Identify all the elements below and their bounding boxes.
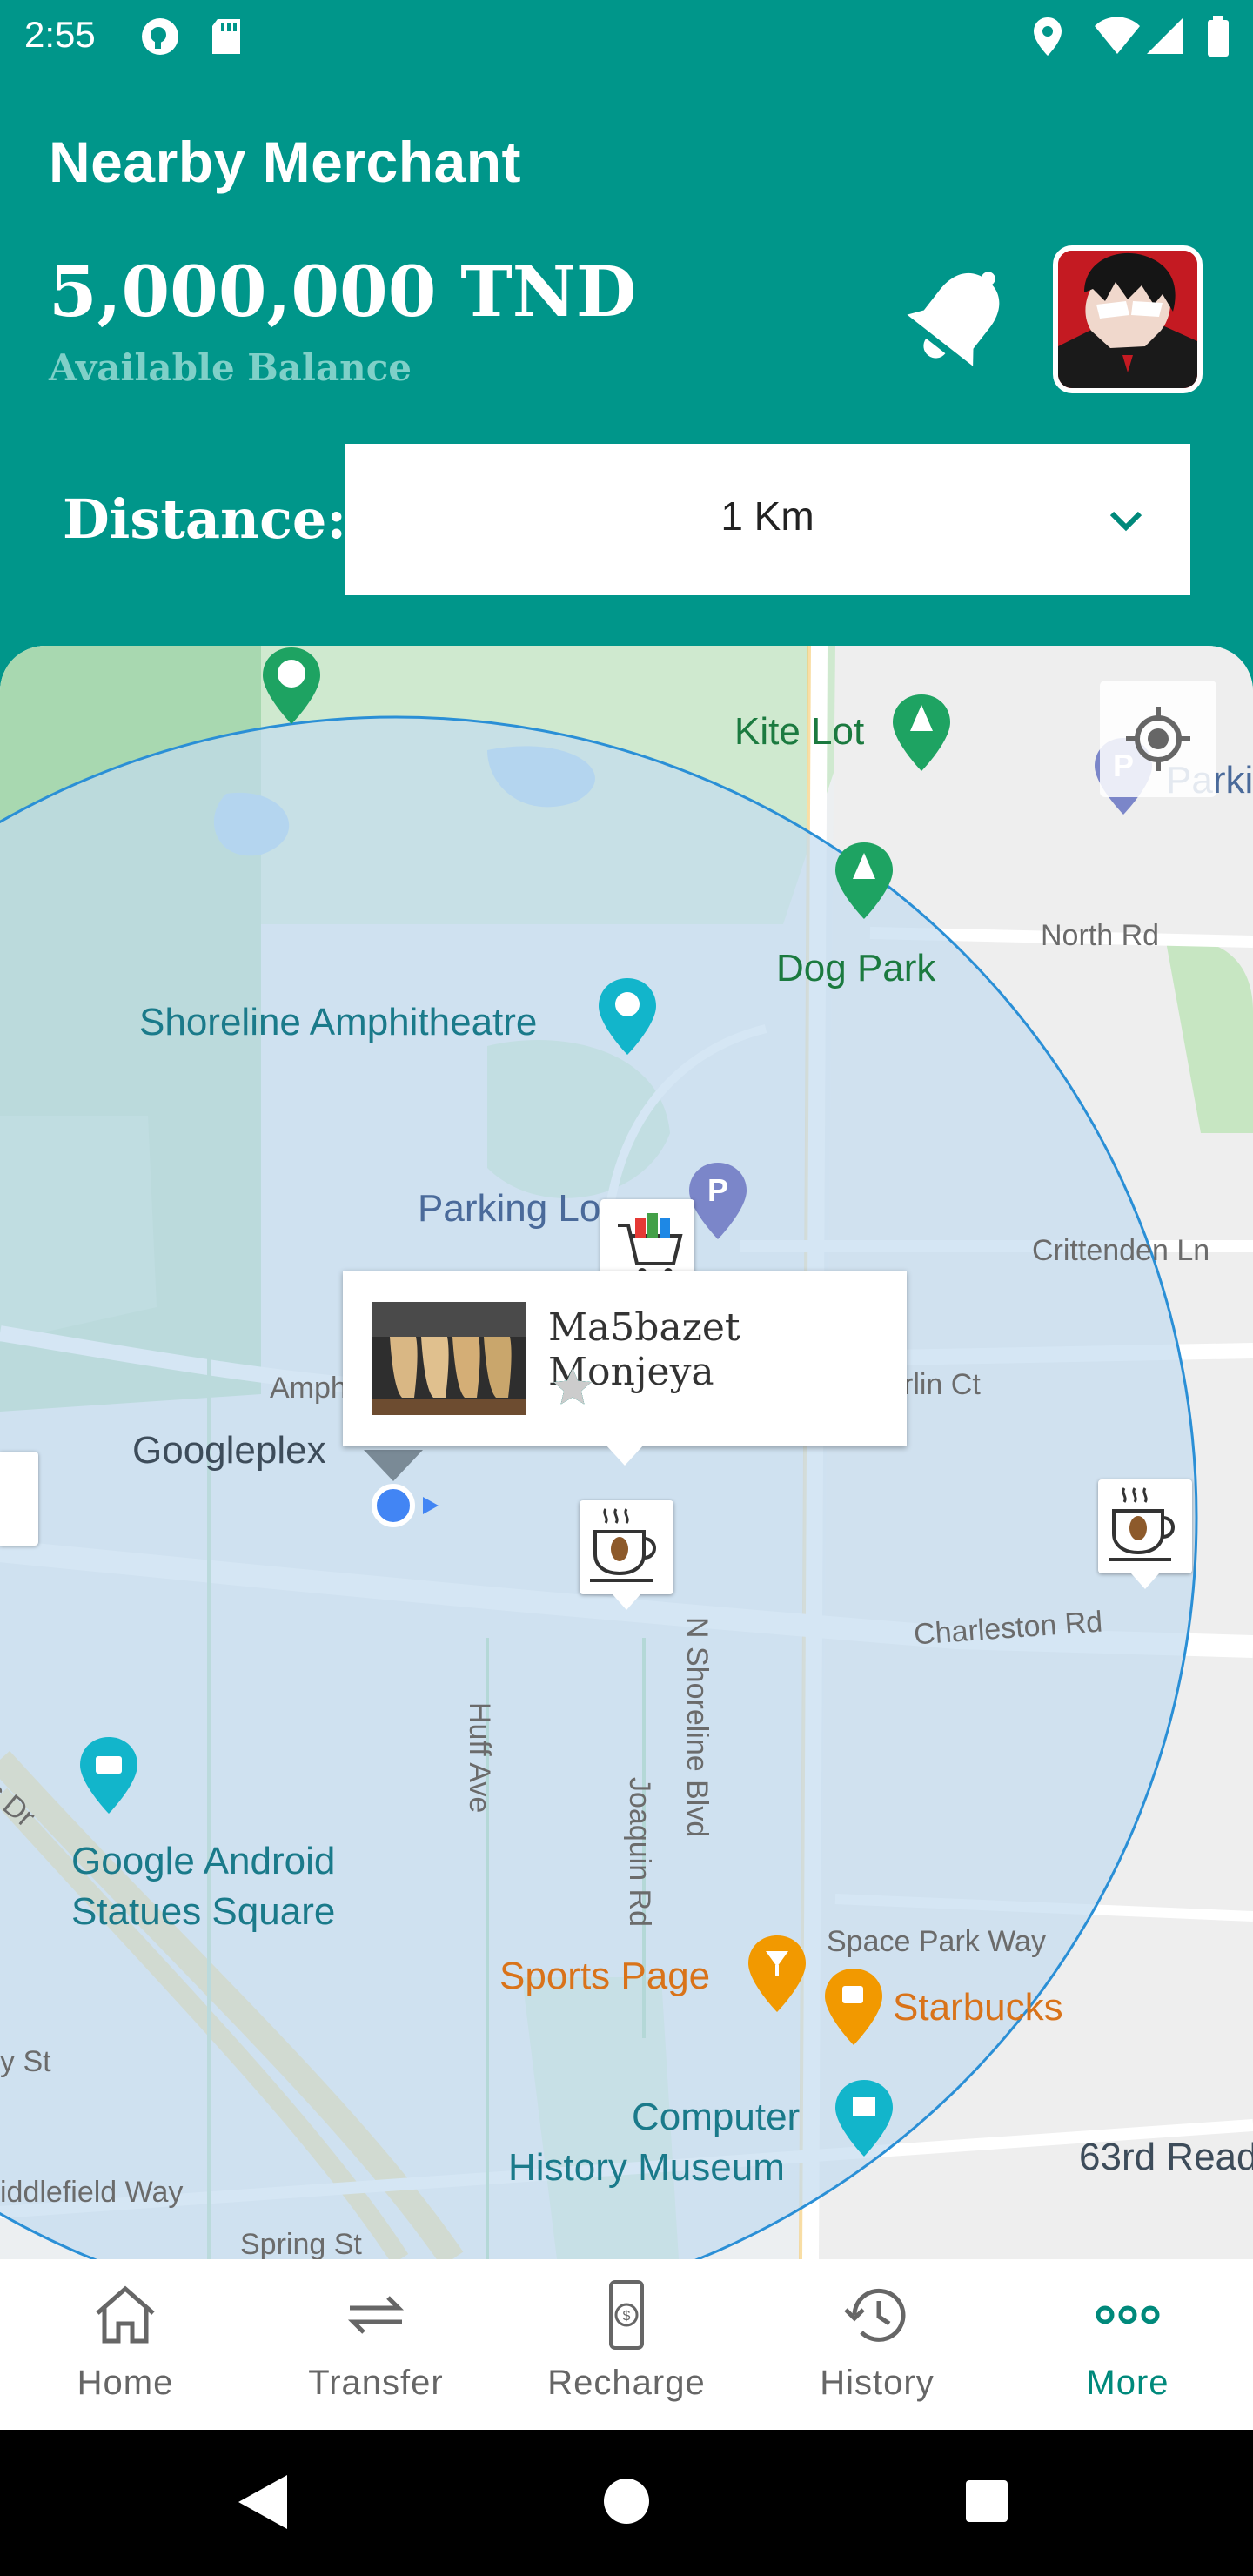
cafe-merchant-marker[interactable] [580,1500,673,1610]
my-location-button[interactable] [1100,681,1216,797]
star-empty-icon [553,1368,592,1405]
battery-icon [1208,16,1229,57]
avatar[interactable] [1053,245,1203,393]
nav-item-home[interactable]: Home [0,2259,251,2430]
home-icon [96,2285,155,2344]
more-icon [1096,2305,1160,2324]
notification-app-icon [142,18,178,55]
distance-label: Distance: [63,487,347,551]
bottom-navigation: Home Transfer $ Recharge History More [0,2259,1253,2430]
map-label-huff-ave: Huff Ave [463,1702,496,1814]
map-label-amph: Amph [270,1372,347,1405]
history-icon [844,2288,906,2342]
nav-label-home: Home [77,2364,174,2402]
map-label-north-rd: North Rd [1041,919,1160,952]
map-label-shoreline-amphitheatre: Shoreline Amphitheatre [139,1001,538,1043]
merchant-photo [372,1302,526,1415]
transfer-icon [347,2296,405,2334]
map-label-computer-history-2: History Museum [508,2146,785,2189]
balance-label: Available Balance [49,346,412,389]
cafe-poi-icon[interactable] [823,1967,884,2047]
recharge-icon: $ [609,2280,644,2350]
map-label-parking-lot: Parking Lo [418,1187,601,1230]
park-poi-icon[interactable] [834,841,895,921]
home-button-icon[interactable] [602,2477,651,2526]
map-label-spring-st: Spring St [240,2228,362,2259]
cellular-signal-icon [1147,17,1183,54]
nav-item-history[interactable]: History [752,2259,1002,2430]
nav-item-more[interactable]: More [1002,2259,1253,2430]
map-label-googleplex: Googleplex [132,1429,326,1472]
camera-poi-icon[interactable] [78,1735,139,1815]
parking-poi-icon[interactable]: P [687,1161,748,1241]
map-label-joaquin-rd: Joaquin Rd [623,1777,656,1928]
coffee-cup-icon [1109,1487,1175,1561]
back-icon[interactable] [235,2473,291,2531]
map-label-sports-page: Sports Page [499,1955,711,1997]
distance-selected-value: 1 Km [720,493,814,539]
status-time: 2:55 [24,14,96,55]
map-label-n-shoreline-blvd: N Shoreline Blvd [680,1617,714,1838]
map-label-dog-park: Dog Park [776,947,936,989]
merchant-info-popup[interactable]: Ma5bazet Monjeya [343,1271,907,1466]
map-label-kite-lot: Kite Lot [734,710,865,753]
map-label-crittenden-ln: Crittenden Ln [1032,1234,1210,1267]
theatre-poi-icon[interactable] [597,976,658,1057]
nav-item-transfer[interactable]: Transfer [251,2259,501,2430]
nav-label-history: History [820,2364,935,2402]
merchant-name: Ma5bazet Monjeya [548,1305,740,1394]
hiking-poi-icon[interactable] [261,646,322,726]
cafe-merchant-marker[interactable] [1098,1479,1192,1589]
notification-bell-icon[interactable] [896,258,1018,379]
merchant-map[interactable]: P P Kite Lot Parki North Rd Dog Park Sho… [0,646,1253,2259]
location-icon [1034,17,1062,56]
map-label-middlefield-way: iddlefield Way [0,2176,184,2209]
nav-label-more: More [1086,2364,1169,2402]
park-poi-icon[interactable] [891,693,952,773]
map-label-computer-history-1: Computer [632,2096,801,2138]
sd-card-icon [212,19,240,54]
museum-poi-icon[interactable] [834,2078,895,2158]
map-label-marlin-ct: rlin Ct [903,1368,981,1401]
distance-dropdown[interactable]: 1 Km [345,444,1190,595]
page-title: Nearby Merchant [49,130,522,194]
nav-item-recharge[interactable]: $ Recharge [501,2259,752,2430]
map-label-y-st: y St [0,2045,51,2078]
map-label-starbucks: Starbucks [893,1986,1063,2029]
svg-text:P: P [707,1172,728,1208]
crosshair-icon [1126,707,1190,771]
map-label-google-android-statues-1: Google Android [71,1840,336,1882]
map-label-63rd: 63rd Read [1079,2136,1253,2178]
bar-poi-icon[interactable] [747,1934,807,2014]
map-label-space-park-way: Space Park Way [827,1925,1046,1958]
balance-amount: 5,000,000 TND [49,251,637,332]
recents-icon[interactable] [964,2479,1009,2524]
map-label-google-android-statues-2: Statues Square [71,1890,336,1933]
status-bar: 2:55 [0,0,1253,73]
coffee-cup-icon [590,1508,656,1582]
svg-text:$: $ [623,2309,631,2324]
wifi-icon [1095,17,1140,54]
nav-label-transfer: Transfer [308,2364,444,2402]
system-navigation-bar [0,2430,1253,2576]
chevron-down-icon [1109,511,1142,532]
merchant-marker-partial[interactable] [0,1452,38,1546]
nav-label-recharge: Recharge [547,2364,706,2402]
